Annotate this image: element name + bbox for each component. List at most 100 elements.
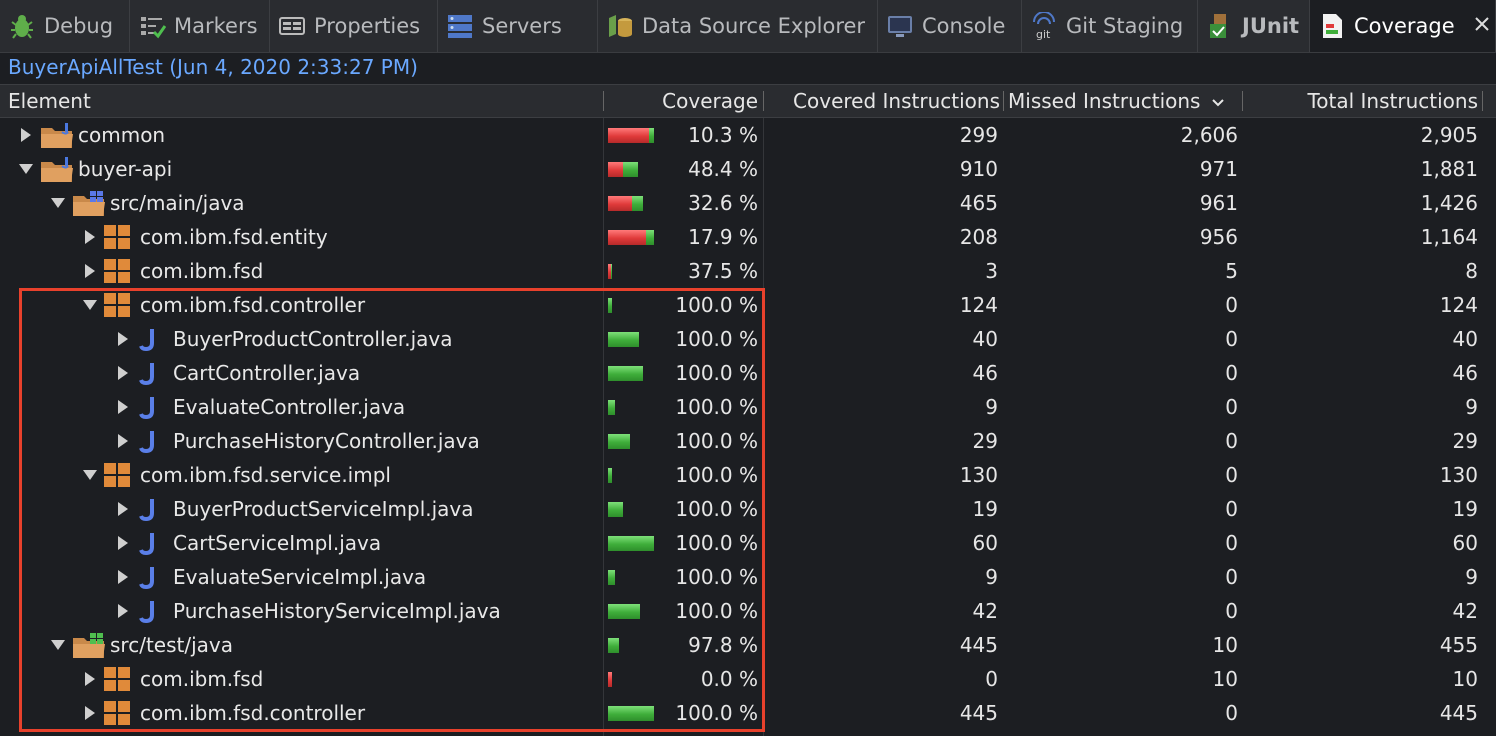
expanded-arrow-icon[interactable] xyxy=(50,186,66,220)
missed-instructions: 961 xyxy=(1199,191,1238,215)
markers-icon xyxy=(138,12,166,40)
tree-item-label: BuyerProductController.java xyxy=(173,327,453,351)
collapsed-arrow-icon[interactable] xyxy=(82,254,98,288)
collapsed-arrow-icon[interactable] xyxy=(115,322,131,356)
tree-row[interactable]: com.ibm.fsd.controller 100.0 % 445 0 445 xyxy=(0,696,1496,730)
expanded-arrow-icon[interactable] xyxy=(82,288,98,322)
close-icon[interactable] xyxy=(1473,14,1491,38)
servers-icon xyxy=(446,12,474,40)
total-instructions: 29 xyxy=(1452,429,1478,453)
covered-instructions: 130 xyxy=(959,463,998,487)
coverage-percent: 100.0 % xyxy=(675,701,758,725)
column-divider[interactable] xyxy=(1003,91,1004,111)
git-icon: git xyxy=(1030,12,1058,40)
tree-item-label: com.ibm.fsd.service.impl xyxy=(140,463,391,487)
tab-git-staging[interactable]: git Git Staging xyxy=(1022,0,1198,52)
tab-console[interactable]: Console xyxy=(878,0,1022,52)
tab-properties[interactable]: Properties xyxy=(270,0,438,52)
collapsed-arrow-icon[interactable] xyxy=(82,696,98,730)
tab-markers[interactable]: Markers xyxy=(130,0,270,52)
tree-item-label: src/test/java xyxy=(110,633,233,657)
tree-row[interactable]: common 10.3 % 299 2,606 2,905 xyxy=(0,118,1496,152)
tree-row[interactable]: PurchaseHistoryServiceImpl.java 100.0 % 42… xyxy=(0,594,1496,628)
tree-item-label: com.ibm.fsd.entity xyxy=(140,225,328,249)
collapsed-arrow-icon[interactable] xyxy=(115,356,131,390)
covered-instructions: 299 xyxy=(959,123,998,147)
expanded-arrow-icon[interactable] xyxy=(18,152,34,186)
column-divider[interactable] xyxy=(763,91,764,111)
coverage-percent: 17.9 % xyxy=(688,225,758,249)
collapsed-arrow-icon[interactable] xyxy=(115,594,131,628)
expanded-arrow-icon[interactable] xyxy=(82,458,98,492)
column-header-covered-instructions[interactable]: Covered Instructions xyxy=(770,85,1000,117)
coverage-table-header: Element Coverage Covered Instructions Mi… xyxy=(0,84,1496,118)
total-instructions: 10 xyxy=(1452,667,1478,691)
tree-row[interactable]: BuyerProductController.java 100.0 % 40 0 40 xyxy=(0,322,1496,356)
tree-row[interactable]: com.ibm.fsd.service.impl 100.0 % 130 0 130 xyxy=(0,458,1496,492)
collapsed-arrow-icon[interactable] xyxy=(115,560,131,594)
coverage-percent: 100.0 % xyxy=(675,599,758,623)
tree-row[interactable]: com.ibm.fsd 0.0 % 0 10 10 xyxy=(0,662,1496,696)
tree-row[interactable]: com.ibm.fsd 37.5 % 3 5 8 xyxy=(0,254,1496,288)
tab-label: JUnit xyxy=(1242,14,1300,38)
tree-row[interactable]: buyer-api 48.4 % 910 971 1,881 xyxy=(0,152,1496,186)
missed-instructions: 0 xyxy=(1225,599,1238,623)
tab-debug[interactable]: Debug xyxy=(0,0,130,52)
collapsed-arrow-icon[interactable] xyxy=(18,118,34,152)
tab-coverage[interactable]: Coverage xyxy=(1310,0,1496,52)
tree-row[interactable]: EvaluateController.java 100.0 % 9 0 9 xyxy=(0,390,1496,424)
missed-instructions: 5 xyxy=(1225,259,1238,283)
coverage-percent: 0.0 % xyxy=(700,667,758,691)
tree-item-label: buyer-api xyxy=(78,157,173,181)
expanded-arrow-icon[interactable] xyxy=(50,628,66,662)
missed-instructions: 0 xyxy=(1225,463,1238,487)
column-divider[interactable] xyxy=(603,91,604,111)
column-header-total-instructions[interactable]: Total Instructions xyxy=(1250,85,1478,117)
tab-data-source-explorer[interactable]: Data Source Explorer xyxy=(598,0,878,52)
java-file-icon xyxy=(137,361,163,386)
collapsed-arrow-icon[interactable] xyxy=(115,492,131,526)
tree-item-label: EvaluateController.java xyxy=(173,395,406,419)
column-header-missed-instructions[interactable]: Missed Instructions xyxy=(1008,85,1225,117)
java-file-icon xyxy=(137,497,163,522)
coverage-icon xyxy=(1318,12,1346,40)
tree-row[interactable]: CartController.java 100.0 % 46 0 46 xyxy=(0,356,1496,390)
missed-instructions: 10 xyxy=(1212,633,1238,657)
collapsed-arrow-icon[interactable] xyxy=(82,662,98,696)
package-icon xyxy=(104,225,130,249)
column-divider[interactable] xyxy=(1482,91,1483,111)
coverage-percent: 100.0 % xyxy=(675,497,758,521)
project-folder-icon xyxy=(40,123,74,148)
tree-row[interactable]: CartServiceImpl.java 100.0 % 60 0 60 xyxy=(0,526,1496,560)
covered-instructions: 40 xyxy=(972,327,998,351)
total-instructions: 46 xyxy=(1452,361,1478,385)
missed-instructions: 2,606 xyxy=(1180,123,1238,147)
collapsed-arrow-icon[interactable] xyxy=(82,220,98,254)
collapsed-arrow-icon[interactable] xyxy=(115,526,131,560)
tree-row[interactable]: src/main/java 32.6 % 465 961 1,426 xyxy=(0,186,1496,220)
tree-row[interactable]: com.ibm.fsd.entity 17.9 % 208 956 1,164 xyxy=(0,220,1496,254)
column-header-coverage[interactable]: Coverage xyxy=(610,85,758,117)
coverage-percent: 100.0 % xyxy=(675,565,758,589)
collapsed-arrow-icon[interactable] xyxy=(115,390,131,424)
coverage-percent: 100.0 % xyxy=(675,327,758,351)
coverage-percent: 97.8 % xyxy=(688,633,758,657)
tree-row[interactable]: src/test/java 97.8 % 445 10 455 xyxy=(0,628,1496,662)
coverage-percent: 100.0 % xyxy=(675,429,758,453)
column-header-element[interactable]: Element xyxy=(8,85,91,117)
tree-item-label: BuyerProductServiceImpl.java xyxy=(173,497,474,521)
tree-row[interactable]: EvaluateServiceImpl.java 100.0 % 9 0 9 xyxy=(0,560,1496,594)
tree-item-label: PurchaseHistoryController.java xyxy=(173,429,480,453)
tab-label: Data Source Explorer xyxy=(642,14,866,38)
tab-servers[interactable]: Servers xyxy=(438,0,598,52)
column-divider[interactable] xyxy=(1242,91,1243,111)
tree-row[interactable]: com.ibm.fsd.controller 100.0 % 124 0 124 xyxy=(0,288,1496,322)
total-instructions: 8 xyxy=(1465,259,1478,283)
total-instructions: 130 xyxy=(1439,463,1478,487)
tree-row[interactable]: PurchaseHistoryController.java 100.0 % 29 0… xyxy=(0,424,1496,458)
tab-junit[interactable]: JUnit xyxy=(1198,0,1310,52)
tree-row[interactable]: BuyerProductServiceImpl.java 100.0 % 19 0 19 xyxy=(0,492,1496,526)
covered-instructions: 0 xyxy=(985,667,998,691)
collapsed-arrow-icon[interactable] xyxy=(115,424,131,458)
java-file-icon xyxy=(137,565,163,590)
